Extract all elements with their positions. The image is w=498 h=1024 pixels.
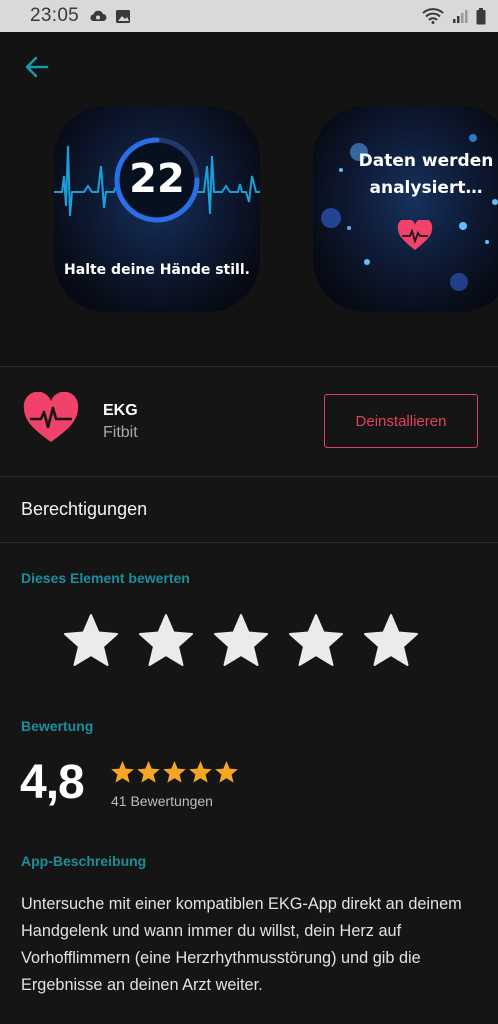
divider <box>0 366 498 367</box>
status-bar: 23:05 <box>0 0 498 32</box>
rate-star-row <box>62 612 420 670</box>
description-section-label: App-Beschreibung <box>21 853 147 869</box>
rating-count: 41 Bewertungen <box>111 793 213 809</box>
rate-star-4-icon[interactable] <box>287 612 345 670</box>
wifi-icon <box>422 8 444 24</box>
ecg-wave-graphic <box>54 137 260 223</box>
rating-stars <box>110 760 239 784</box>
star-filled-icon <box>189 761 212 783</box>
rate-star-5-icon[interactable] <box>362 612 420 670</box>
app-name: EKG <box>103 402 138 419</box>
rate-star-1-icon[interactable] <box>62 612 120 670</box>
uninstall-button[interactable]: Deinstallieren <box>324 394 478 448</box>
rating-section-label: Bewertung <box>21 718 94 734</box>
analysis-line-1: Daten werden <box>358 151 494 171</box>
screenshot-carousel[interactable]: 22 Halte deine Hände still. Daten werden… <box>0 32 498 366</box>
cloud-icon <box>90 10 107 21</box>
star-filled-icon <box>163 761 186 783</box>
analysis-text: Daten werden analysiert… <box>341 148 498 202</box>
particle-graphic <box>321 134 498 291</box>
image-icon <box>116 9 131 23</box>
rating-value: 4,8 <box>20 756 85 809</box>
divider <box>0 542 498 543</box>
star-filled-icon <box>215 761 238 783</box>
rate-star-2-icon[interactable] <box>137 612 195 670</box>
watch-screenshot-analysis: Daten werden analysiert… <box>313 106 498 312</box>
app-developer: Fitbit <box>103 424 138 441</box>
status-time: 23:05 <box>30 5 80 26</box>
permissions-row[interactable]: Berechtigungen <box>0 477 498 542</box>
timer-number: 22 <box>129 156 185 202</box>
rate-star-3-icon[interactable] <box>212 612 270 670</box>
back-arrow-icon[interactable] <box>22 52 52 82</box>
star-filled-icon <box>111 761 134 783</box>
permissions-label: Berechtigungen <box>21 499 148 519</box>
analysis-line-2: analysiert… <box>369 178 483 198</box>
heart-pulse-icon <box>397 220 433 250</box>
ekg-app-icon <box>23 392 79 442</box>
rate-section-label: Dieses Element bewerten <box>21 570 190 586</box>
battery-icon <box>476 7 486 24</box>
timer-caption: Halte deine Hände still. <box>64 262 250 278</box>
star-filled-icon <box>137 761 160 783</box>
watch-screenshot-timer: 22 Halte deine Hände still. <box>54 106 260 312</box>
app-description: Untersuche mit einer kompatiblen EKG-App… <box>21 895 462 994</box>
signal-icon <box>453 10 468 23</box>
